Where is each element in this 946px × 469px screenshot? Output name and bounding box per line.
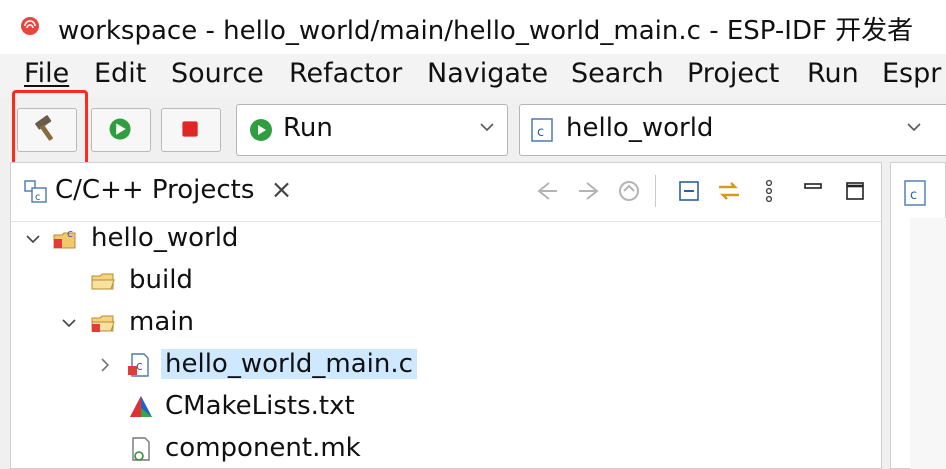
chevron-down-icon[interactable] [61, 315, 77, 331]
close-icon[interactable]: × [271, 175, 293, 205]
maximize-icon[interactable] [841, 177, 869, 205]
menu-file[interactable]: File [24, 58, 69, 89]
menu-refactor-label: Refactor [289, 58, 403, 89]
launch-config-icon: c [531, 118, 553, 142]
makefile-icon [132, 437, 150, 461]
menu-project[interactable]: Project [687, 58, 779, 89]
editor-tab-c-file-icon[interactable]: c [903, 179, 929, 207]
green-play-icon [109, 118, 131, 140]
toolbar-separator [655, 175, 656, 207]
build-button[interactable] [17, 108, 77, 152]
editor-ruler [910, 218, 946, 469]
menu-navigate[interactable]: Navigate [427, 58, 548, 89]
menu-file-label: File [24, 58, 70, 89]
menu-espressif-label: Espr [882, 58, 942, 89]
launch-button[interactable] [91, 108, 151, 152]
tree-item-label: build [129, 265, 193, 295]
red-stop-icon [182, 121, 198, 137]
tree-item-build[interactable]: build [11, 261, 871, 301]
stop-button[interactable] [161, 108, 221, 152]
tree-item-label: CMakeLists.txt [165, 391, 355, 421]
projects-view-header: c C/C++ Projects × [11, 163, 881, 222]
projects-view-tab[interactable]: C/C++ Projects × [55, 175, 292, 205]
collapse-all-icon[interactable] [675, 177, 703, 205]
launch-target-value: hello_world [566, 113, 714, 143]
tree-item-label: component.mk [165, 433, 361, 463]
chevron-down-icon [480, 123, 494, 132]
c-file-icon: c [128, 353, 149, 377]
menu-run-label: Run [807, 58, 859, 89]
projects-view: c C/C++ Projects × c hello_world build m… [10, 162, 882, 469]
tree-item-main[interactable]: main [11, 303, 871, 343]
menu-source[interactable]: Source [171, 58, 264, 89]
launch-target-combo[interactable]: c hello_world [519, 104, 946, 156]
svg-text:c: c [35, 192, 41, 203]
tree-item-hello-world-main-c[interactable]: c hello_world_main.c [11, 345, 871, 385]
menu-search[interactable]: Search [571, 58, 664, 89]
menu-project-label: Project [687, 58, 780, 89]
c-project-icon: c [53, 227, 76, 249]
source-folder-icon [91, 315, 115, 332]
menu-edit-label: Edit [94, 58, 147, 89]
tree-item-hello-world[interactable]: c hello_world [11, 219, 871, 259]
window-title: workspace - hello_world/main/hello_world… [58, 16, 914, 46]
menu-search-label: Search [571, 58, 664, 89]
cmake-icon [130, 396, 152, 417]
menu-edit[interactable]: Edit [94, 58, 146, 89]
svg-text:c: c [910, 188, 917, 203]
window-title-bar: workspace - hello_world/main/hello_world… [0, 0, 946, 54]
tree-item-label: hello_world [91, 223, 239, 253]
menu-source-label: Source [171, 58, 264, 89]
projects-view-icon: c [24, 180, 47, 203]
svg-text:c: c [67, 227, 73, 240]
menu-refactor[interactable]: Refactor [289, 58, 402, 89]
tree-item-label: main [129, 307, 194, 337]
main-toolbar: Run c hello_world [0, 98, 946, 162]
menu-espressif[interactable]: Espr [882, 58, 941, 89]
projects-view-tab-label: C/C++ Projects [55, 175, 255, 205]
menu-navigate-label: Navigate [427, 58, 549, 89]
chevron-right-icon[interactable] [97, 357, 113, 373]
launch-mode-combo[interactable]: Run [236, 104, 508, 156]
launch-mode-value: Run [283, 113, 333, 143]
back-icon[interactable] [533, 177, 561, 205]
menu-run[interactable]: Run [807, 58, 859, 89]
hammer-icon [35, 115, 53, 141]
esp-idf-app-icon [21, 17, 39, 35]
up-icon[interactable] [615, 177, 643, 205]
run-mode-icon [250, 119, 272, 141]
tree-item-cmakelists[interactable]: CMakeLists.txt [11, 387, 871, 427]
view-menu-icon[interactable] [755, 177, 783, 205]
forward-icon[interactable] [575, 177, 603, 205]
link-with-editor-icon[interactable] [715, 177, 743, 205]
minimize-icon[interactable] [799, 177, 827, 205]
tree-item-label: hello_world_main.c [161, 349, 417, 379]
menu-bar: File Edit Source Refactor Navigate Searc… [0, 54, 946, 98]
tree-item-component-mk[interactable]: component.mk [11, 429, 871, 469]
folder-icon [91, 273, 115, 290]
chevron-down-icon [907, 123, 921, 132]
chevron-down-icon[interactable] [25, 231, 41, 247]
svg-text:c: c [537, 125, 544, 140]
